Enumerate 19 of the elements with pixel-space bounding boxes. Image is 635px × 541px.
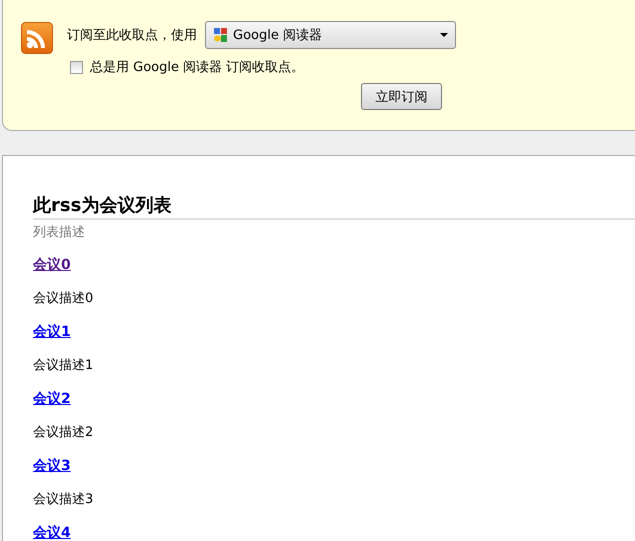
- caret-icon: [440, 33, 448, 37]
- subscribe-label: 订阅至此收取点，使用: [67, 27, 197, 44]
- reader-select[interactable]: Google 阅读器: [205, 21, 456, 49]
- feed-description: 列表描述: [33, 224, 86, 242]
- item-description: 会议描述0: [33, 290, 94, 308]
- always-use-label: 总是用 Google 阅读器 订阅收取点。: [90, 59, 304, 76]
- feed-title: 此rss为会议列表: [33, 194, 635, 220]
- subscribe-button[interactable]: 立即订阅: [361, 83, 442, 110]
- item-description: 会议描述1: [33, 357, 94, 375]
- item-link[interactable]: 会议3: [33, 458, 71, 474]
- item-link[interactable]: 会议0: [33, 257, 71, 273]
- rss-icon: [21, 22, 53, 54]
- item-description: 会议描述2: [33, 424, 94, 442]
- reader-icon: [213, 27, 229, 43]
- item-description: 会议描述3: [33, 491, 94, 509]
- item-link[interactable]: 会议4: [33, 525, 71, 541]
- always-use-checkbox[interactable]: [70, 60, 83, 74]
- item-link[interactable]: 会议2: [33, 391, 71, 407]
- item-link[interactable]: 会议1: [33, 324, 71, 340]
